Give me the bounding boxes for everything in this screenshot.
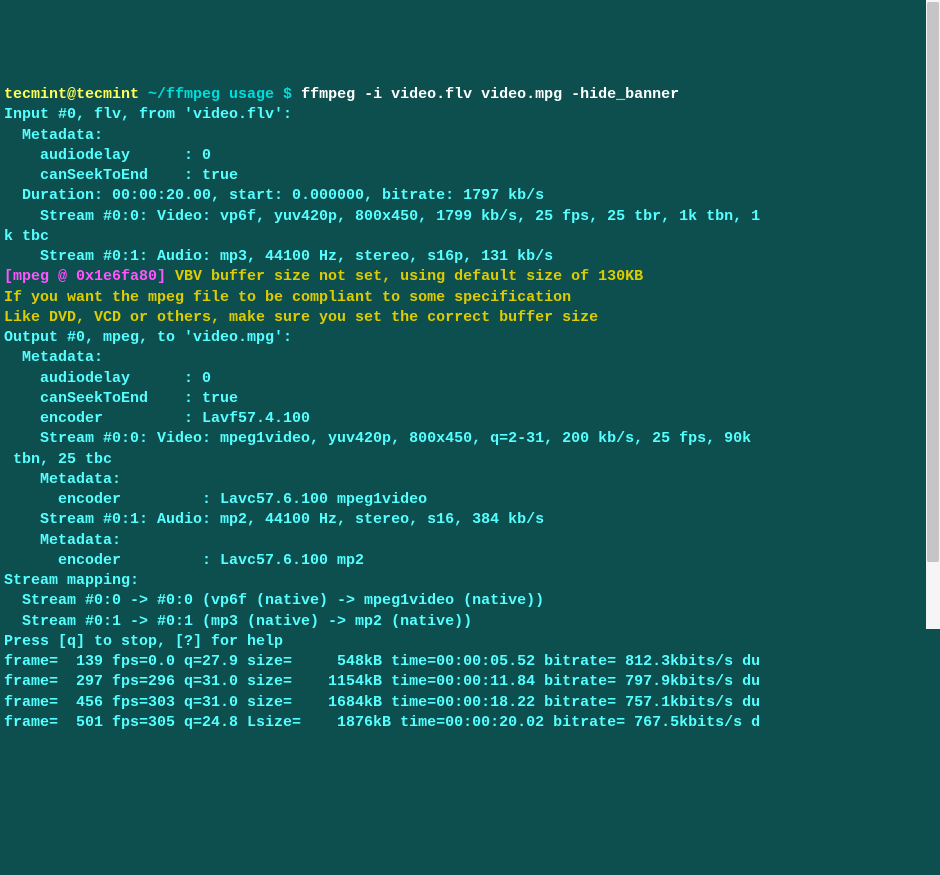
output-line: Stream #0:1 -> #0:1 (mp3 (native) -> mp2… — [4, 613, 472, 630]
output-line: audiodelay : 0 — [4, 147, 211, 164]
scrollbar-thumb[interactable] — [927, 2, 939, 562]
output-line: Stream #0:0: Video: vp6f, yuv420p, 800x4… — [4, 208, 760, 225]
output-line: Stream mapping: — [4, 572, 139, 589]
output-line: encoder : Lavc57.6.100 mp2 — [4, 552, 364, 569]
output-line: Stream #0:1: Audio: mp2, 44100 Hz, stere… — [4, 511, 544, 528]
output-line: Output #0, mpeg, to 'video.mpg': — [4, 329, 292, 346]
warning-line: If you want the mpeg file to be complian… — [4, 289, 571, 306]
output-line: Metadata: — [4, 532, 121, 549]
scrollbar[interactable] — [926, 0, 940, 629]
frame-line: frame= 139 fps=0.0 q=27.9 size= 548kB ti… — [4, 653, 760, 670]
frame-line: frame= 501 fps=305 q=24.8 Lsize= 1876kB … — [4, 714, 760, 731]
output-line: k tbc — [4, 228, 49, 245]
output-line: canSeekToEnd : true — [4, 167, 238, 184]
output-line: Press [q] to stop, [?] for help — [4, 633, 283, 650]
output-line: tbn, 25 tbc — [4, 451, 112, 468]
prompt-command: ffmpeg -i video.flv video.mpg -hide_bann… — [301, 86, 679, 103]
output-line: Stream #0:0 -> #0:0 (vp6f (native) -> mp… — [4, 592, 544, 609]
warning-line: Like DVD, VCD or others, make sure you s… — [4, 309, 598, 326]
output-line: Metadata: — [4, 127, 103, 144]
output-line: audiodelay : 0 — [4, 370, 211, 387]
frame-line: frame= 456 fps=303 q=31.0 size= 1684kB t… — [4, 694, 760, 711]
output-line: encoder : Lavc57.6.100 mpeg1video — [4, 491, 427, 508]
output-line: Metadata: — [4, 471, 121, 488]
output-line: Metadata: — [4, 349, 103, 366]
output-line: Input #0, flv, from 'video.flv': — [4, 106, 292, 123]
frame-line: frame= 297 fps=296 q=31.0 size= 1154kB t… — [4, 673, 760, 690]
prompt-path: ~/ffmpeg usage $ — [139, 86, 301, 103]
output-line: Stream #0:1: Audio: mp3, 44100 Hz, stere… — [4, 248, 553, 265]
output-line: Stream #0:0: Video: mpeg1video, yuv420p,… — [4, 430, 751, 447]
warning-message: VBV buffer size not set, using default s… — [175, 268, 643, 285]
output-line: encoder : Lavf57.4.100 — [4, 410, 310, 427]
prompt-userhost: tecmint@tecmint — [4, 86, 139, 103]
output-line: Duration: 00:00:20.00, start: 0.000000, … — [4, 187, 544, 204]
terminal-output[interactable]: tecmint@tecmint ~/ffmpeg usage $ ffmpeg … — [4, 85, 936, 733]
output-line: canSeekToEnd : true — [4, 390, 238, 407]
warning-tag: [mpeg @ 0x1e6fa80] — [4, 268, 175, 285]
